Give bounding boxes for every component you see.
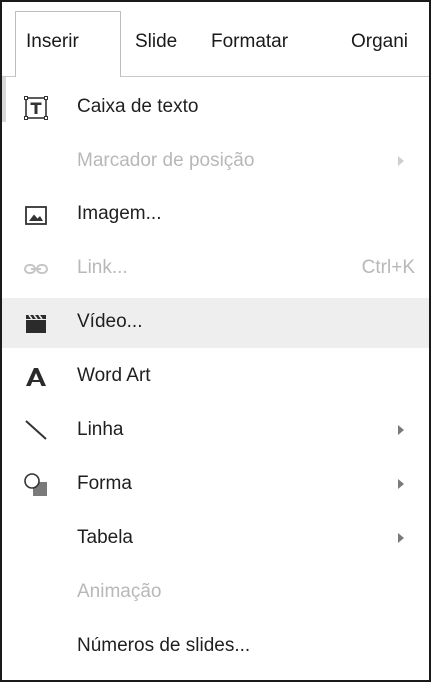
shortcut-label: Ctrl+K: [361, 257, 415, 278]
menu-item-numeros-de-slides[interactable]: Números de slides...: [2, 622, 429, 672]
menu-item-label: Linha: [77, 419, 124, 440]
menu-item-marcador-de-posicao[interactable]: Marcador de posição: [2, 137, 429, 187]
menu-item-tabela[interactable]: Tabela: [2, 514, 429, 564]
menu-item-label: Link...: [77, 257, 128, 278]
word-art-icon: [26, 368, 46, 386]
image-icon: [25, 206, 47, 225]
submenu-arrow-icon: [398, 156, 404, 166]
menu-item-label: Forma: [77, 473, 132, 494]
menu-inserir-label: Inserir: [26, 31, 79, 52]
text-box-icon: [24, 96, 48, 120]
menu-inserir[interactable]: Inserir: [15, 11, 121, 77]
submenu-arrow-icon: [398, 425, 404, 435]
menu-organizar[interactable]: Organi: [351, 31, 408, 53]
menu-item-word-art[interactable]: Word Art: [2, 352, 429, 402]
menu-item-caixa-de-texto[interactable]: Caixa de texto: [2, 83, 429, 133]
menu-item-label: Word Art: [77, 365, 151, 386]
menu-item-label: Imagem...: [77, 203, 162, 224]
line-icon: [25, 420, 47, 440]
menu-item-label: Vídeo...: [77, 311, 143, 332]
menu-item-label: Animação: [77, 581, 162, 602]
menu-item-label: Caixa de texto: [77, 96, 199, 117]
submenu-arrow-icon: [398, 479, 404, 489]
menu-formatar[interactable]: Formatar: [211, 31, 288, 53]
menu-item-label: Marcador de posição: [77, 150, 255, 171]
menu-item-video[interactable]: Vídeo...: [2, 298, 429, 348]
menu-item-linha[interactable]: Linha: [2, 406, 429, 456]
menu-slide[interactable]: Slide: [135, 31, 177, 53]
link-icon: [24, 264, 48, 274]
menu-item-label: Números de slides...: [77, 635, 251, 656]
menu-item-link[interactable]: Link... Ctrl+K: [2, 244, 429, 294]
submenu-arrow-icon: [398, 533, 404, 543]
video-icon: [26, 314, 46, 333]
menu-bar: Inserir Slide Formatar Organi: [2, 2, 429, 77]
menu-item-label: Tabela: [77, 527, 133, 548]
app-window: Inserir Slide Formatar Organi Caixa de t…: [0, 0, 431, 682]
menu-item-imagem[interactable]: Imagem...: [2, 190, 429, 240]
shape-icon: [24, 473, 47, 496]
menu-item-animacao[interactable]: Animação: [2, 568, 429, 618]
menu-item-forma[interactable]: Forma: [2, 460, 429, 510]
